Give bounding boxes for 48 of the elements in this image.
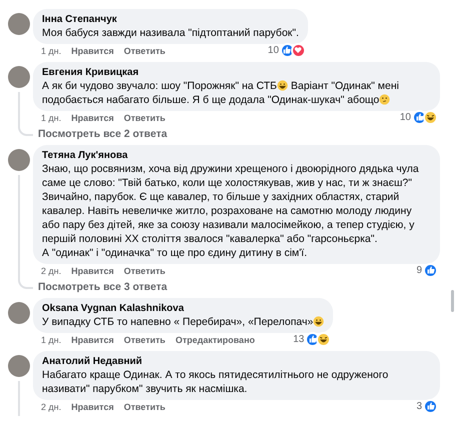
laughing-emoji-icon — [276, 80, 288, 91]
like-icon — [423, 398, 438, 414]
comment-text: А як би чудово звучало: шоу "Порожняк" на СТБ Варіант "Одинак" мені подобається набагато більше. Я б ще додала "Одинак-шукач" абощо — [42, 79, 400, 107]
like-icon — [423, 262, 438, 278]
reaction-count[interactable]: 10 — [400, 110, 411, 124]
reply-link[interactable]: Ответить — [124, 334, 166, 348]
thread-connector — [18, 280, 33, 289]
avatar-placeholder[interactable] — [8, 66, 30, 88]
reaction-count[interactable]: 13 — [293, 332, 304, 346]
comment-text: Моя бабуся завжди називала "підтоптаний парубок". — [42, 26, 299, 40]
edited-label: Отредактировано — [175, 334, 255, 348]
comment-text: Набагато краще Одинак. А то якось пятидесятилітнього не одруженого називати" парубком" звучить як насмішка. — [42, 368, 390, 396]
thinking-emoji-icon — [379, 94, 390, 105]
like-link[interactable]: Нравится — [71, 401, 114, 415]
avatar-placeholder[interactable] — [8, 302, 30, 324]
reaction-count[interactable]: 3 — [416, 398, 422, 414]
like-link[interactable]: Нравится — [71, 112, 114, 126]
laughing-face-icon — [316, 332, 332, 346]
author-name[interactable]: Евгения Кривицкая — [42, 66, 431, 79]
like-link[interactable]: Нравится — [71, 265, 114, 279]
reaction-count[interactable]: 9 — [416, 262, 422, 278]
scrollbar-thumb[interactable] — [451, 290, 454, 312]
author-name[interactable]: Інна Степанчук — [42, 13, 299, 26]
reply-link[interactable]: Ответить — [124, 112, 166, 126]
comment-text: Знаю, що росвянизм, хоча від дружини хрещеного і двоюрідного дядька чула саме це слово: "Твій батько, коли ще холостякував, жив у нас, ти ж знаєш?" Звичайно, парубок. Є ще кавалер, то більше у західних областях, старий кавалер. Навіть невеличке житло, розраховане на самотню молоду людину або пару без дітей, яке за союзу називали малосімейкою, а тепер студією, у першій половині XX століття звалося "кавалерка" або "гарсоньєрка". А "одинак" і "одиначка" то ще про єдину дитину в сім'ї. — [42, 162, 420, 260]
avatar-placeholder[interactable] — [8, 149, 30, 171]
view-replies-link[interactable]: Посмотреть все 2 ответа — [38, 127, 168, 143]
view-replies-link[interactable]: Посмотреть все 3 ответа — [38, 280, 168, 296]
avatar-placeholder[interactable] — [8, 13, 30, 35]
like-link[interactable]: Нравится — [71, 45, 114, 59]
reply-link[interactable]: Ответить — [124, 401, 166, 415]
comment-time[interactable]: 2 дн. — [41, 265, 62, 279]
reply-link[interactable]: Ответить — [124, 265, 166, 279]
author-name[interactable]: Анатолий Недавний — [42, 355, 431, 368]
comment-time[interactable]: 1 дн. — [41, 334, 62, 348]
like-link[interactable]: Нравится — [71, 334, 114, 348]
reaction-count[interactable]: 10 — [268, 42, 279, 58]
comment-time[interactable]: 1 дн. — [41, 45, 62, 59]
comment-time[interactable]: 2 дн. — [41, 401, 62, 415]
comment-text: У випадку СТБ то напевно « Перебирач», «Перелопач» — [42, 315, 324, 329]
thread-connector — [18, 127, 33, 136]
laughing-face-icon — [423, 110, 438, 124]
comment-time[interactable]: 1 дн. — [41, 112, 62, 126]
author-name[interactable]: Тетяна Лук'янова — [42, 149, 431, 162]
reply-link[interactable]: Ответить — [124, 45, 166, 59]
avatar-placeholder[interactable] — [8, 355, 30, 377]
author-name[interactable]: Oksana Vygnan Kalashnikova — [42, 302, 324, 315]
laughing-emoji-icon — [313, 316, 324, 327]
